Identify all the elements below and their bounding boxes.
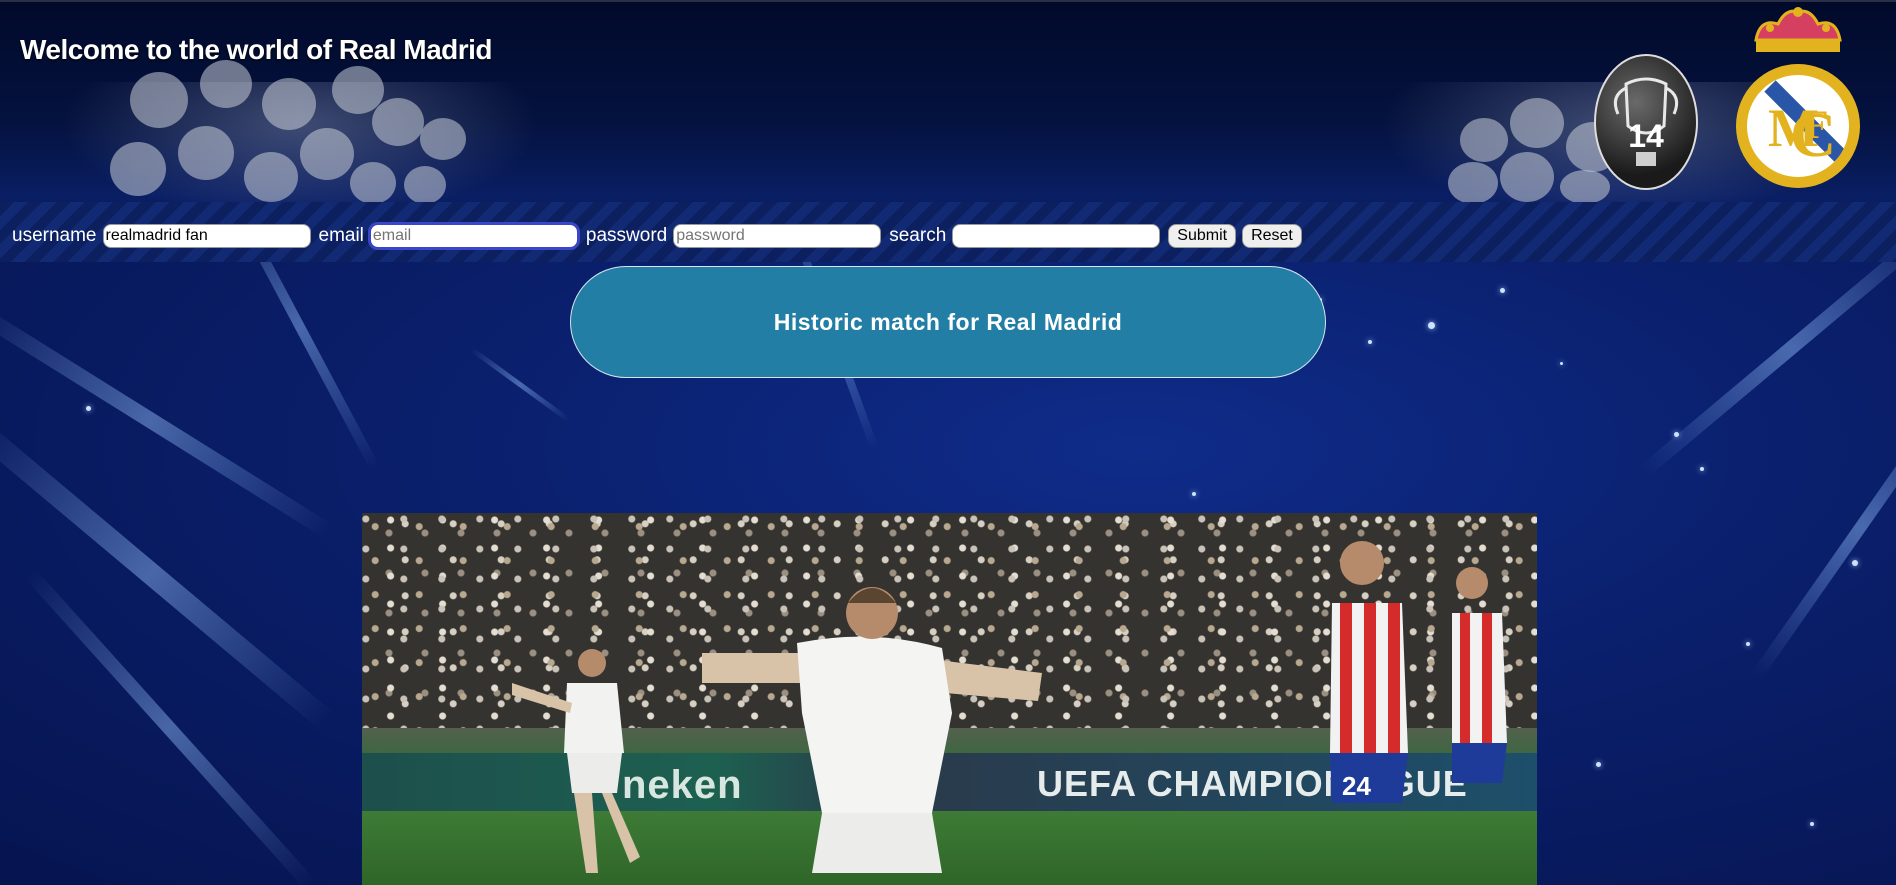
real-madrid-crest-icon: M C F [1736, 7, 1860, 188]
champions-trophy-icon: 14 [1594, 54, 1698, 190]
search-label: search [889, 225, 947, 246]
site-header: Welcome to the world of Real Madrid 14 M… [0, 0, 1896, 202]
player-running-left [512, 649, 640, 873]
player-opponent: 24 [1330, 541, 1507, 803]
password-input[interactable] [673, 224, 882, 248]
svg-text:F: F [1804, 102, 1828, 147]
username-input[interactable] [102, 224, 311, 248]
login-search-form: username email password search SubmitReset [0, 202, 1896, 262]
match-photo: neken UEFA CHAMPIONS GUE 24 [362, 513, 1537, 885]
email-label: email [318, 225, 364, 246]
email-input[interactable] [367, 222, 580, 250]
username-label: username [12, 225, 97, 246]
player-celebrating [702, 587, 1042, 873]
search-input[interactable] [952, 224, 1161, 248]
player-number: 24 [1342, 771, 1371, 801]
submit-button[interactable]: Submit [1168, 224, 1237, 248]
banner-text: Historic match for Real Madrid [773, 308, 1123, 335]
site-title: Welcome to the world of Real Madrid [20, 34, 493, 65]
trophy-count: 14 [1628, 118, 1664, 154]
historic-match-banner[interactable]: Historic match for Real Madrid [570, 266, 1326, 378]
password-label: password [585, 225, 668, 246]
reset-button[interactable]: Reset [1242, 224, 1302, 248]
